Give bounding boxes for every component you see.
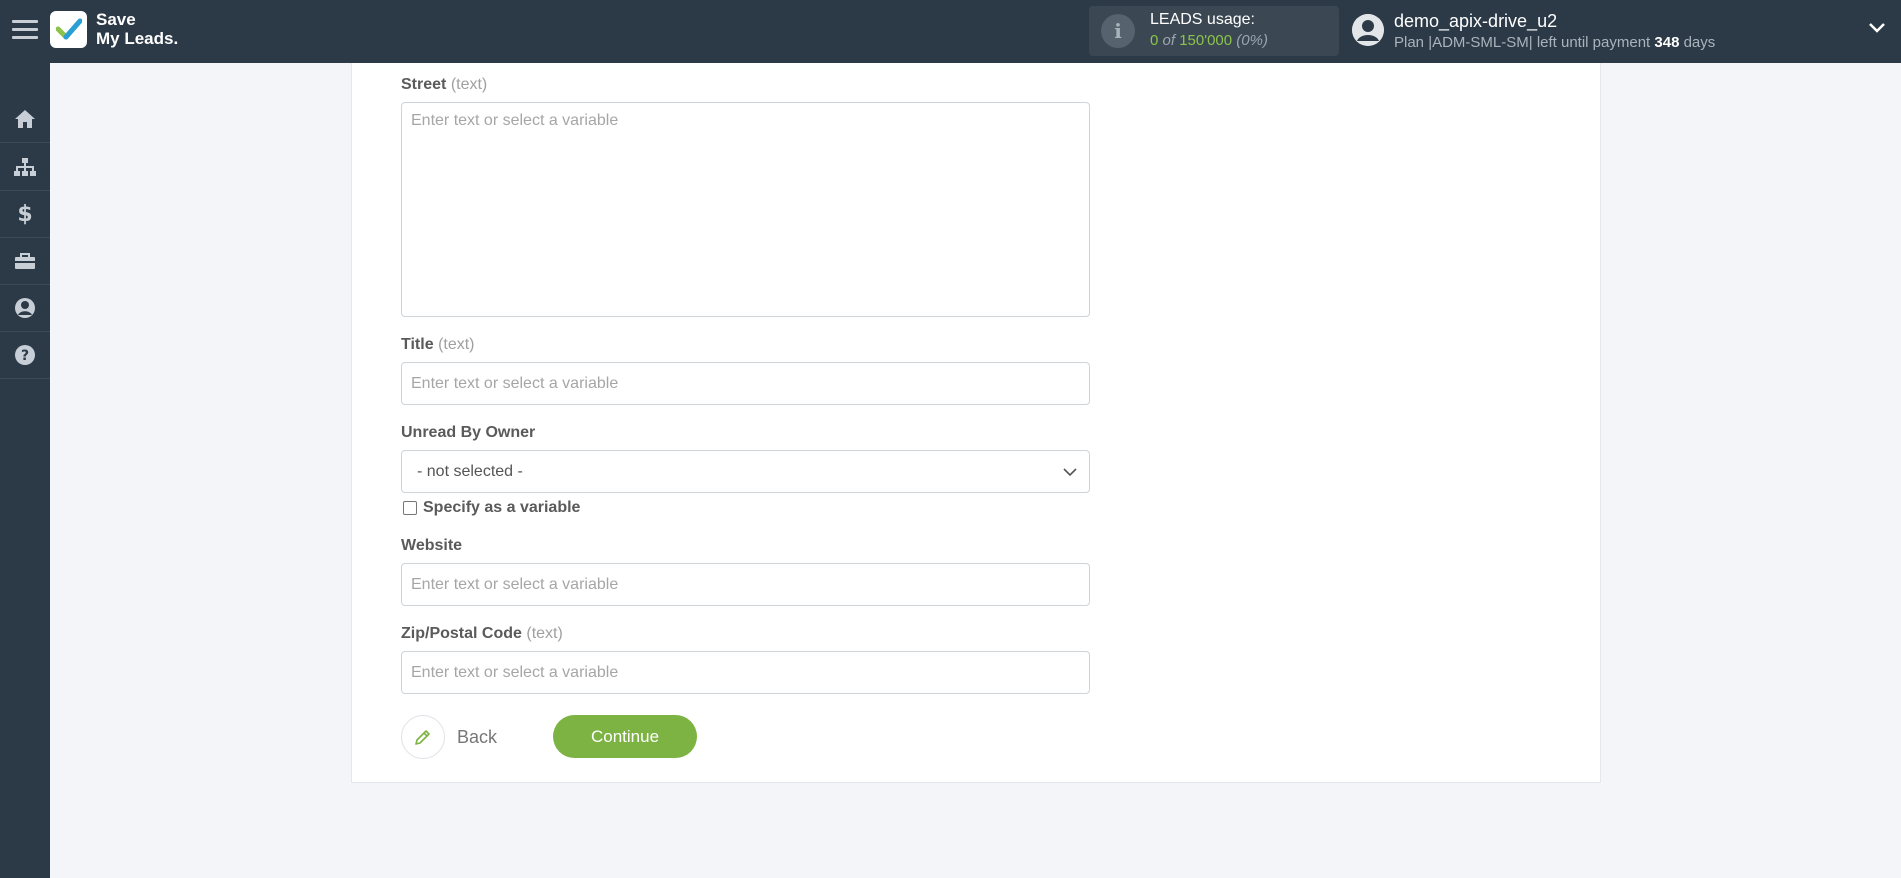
sidebar-item-connections[interactable] (0, 144, 50, 191)
dollar-icon: $ (17, 201, 33, 227)
menu-icon[interactable] (12, 20, 38, 42)
user-name[interactable]: demo_apix-drive_u2 (1394, 11, 1557, 32)
leads-percent: (0%) (1236, 32, 1268, 49)
leads-used: 0 (1150, 32, 1159, 49)
leads-usage-value: 0 of 150'000 (0%) (1150, 32, 1268, 49)
street-hint: (text) (450, 76, 488, 93)
website-label: Website (401, 537, 463, 554)
back-label: Back (457, 726, 498, 747)
street-label: Street (text) (401, 76, 487, 94)
chevron-down-icon (1063, 468, 1077, 477)
back-circle (401, 715, 445, 759)
title-label: Title (text) (401, 336, 475, 354)
sidebar-item-home[interactable] (0, 96, 50, 143)
leads-usage-label: LEADS usage: (1150, 11, 1255, 28)
sidebar-item-billing[interactable]: $ (0, 191, 50, 238)
zip-label-text: Zip/Postal Code (401, 625, 522, 642)
street-input[interactable] (401, 102, 1090, 317)
sidebar-item-tools[interactable] (0, 238, 50, 285)
zip-hint: (text) (526, 625, 563, 642)
user-icon (15, 298, 35, 318)
sidebar-item-profile[interactable] (0, 285, 50, 332)
sitemap-icon (14, 158, 36, 176)
plan-days: 348 (1654, 34, 1680, 51)
plan-info: Plan |ADM-SML-SM| left until payment 348… (1394, 34, 1715, 51)
logo-line2: My Leads. (96, 29, 179, 48)
help-icon: ? (15, 345, 35, 365)
zip-input[interactable] (401, 651, 1090, 694)
avatar[interactable] (1352, 14, 1384, 46)
plan-prefix: Plan |ADM-SML-SM| left until payment (1394, 34, 1651, 51)
street-label-text: Street (401, 76, 447, 93)
logo-text: Save My Leads. (96, 10, 178, 48)
specify-variable-label: Specify as a variable (423, 499, 581, 516)
plan-suffix: days (1683, 34, 1716, 51)
svg-text:?: ? (21, 348, 29, 364)
website-input[interactable] (401, 563, 1090, 606)
info-icon: i (1101, 14, 1135, 48)
logo-line1: Save (96, 10, 136, 29)
sidebar: $ ? (0, 63, 50, 878)
specify-variable-checkbox[interactable] (403, 501, 417, 515)
title-input[interactable] (401, 362, 1090, 405)
pencil-icon (415, 730, 430, 745)
zip-label: Zip/Postal Code (text) (401, 625, 563, 643)
continue-button[interactable]: Continue (553, 715, 697, 758)
unread-by-owner-value: - not selected - (417, 463, 523, 480)
title-hint: (text) (438, 336, 475, 353)
briefcase-icon (15, 253, 35, 269)
sidebar-item-help[interactable]: ? (0, 332, 50, 379)
leads-usage-panel: i LEADS usage: 0 of 150'000 (0%) (1089, 6, 1339, 56)
back-button[interactable]: Back (401, 715, 497, 759)
top-bar: Save My Leads. i LEADS usage: 0 of 150'0… (0, 0, 1901, 63)
chevron-down-icon[interactable] (1868, 22, 1886, 34)
unread-by-owner-label: Unread By Owner (401, 424, 536, 441)
leads-of: of (1162, 32, 1176, 49)
home-icon (15, 110, 35, 128)
specify-variable-row[interactable]: Specify as a variable (403, 499, 580, 517)
unread-by-owner-select[interactable]: - not selected - (401, 450, 1090, 493)
logo-icon[interactable] (50, 11, 87, 48)
title-label-text: Title (401, 336, 434, 353)
leads-total: 150'000 (1179, 32, 1233, 49)
